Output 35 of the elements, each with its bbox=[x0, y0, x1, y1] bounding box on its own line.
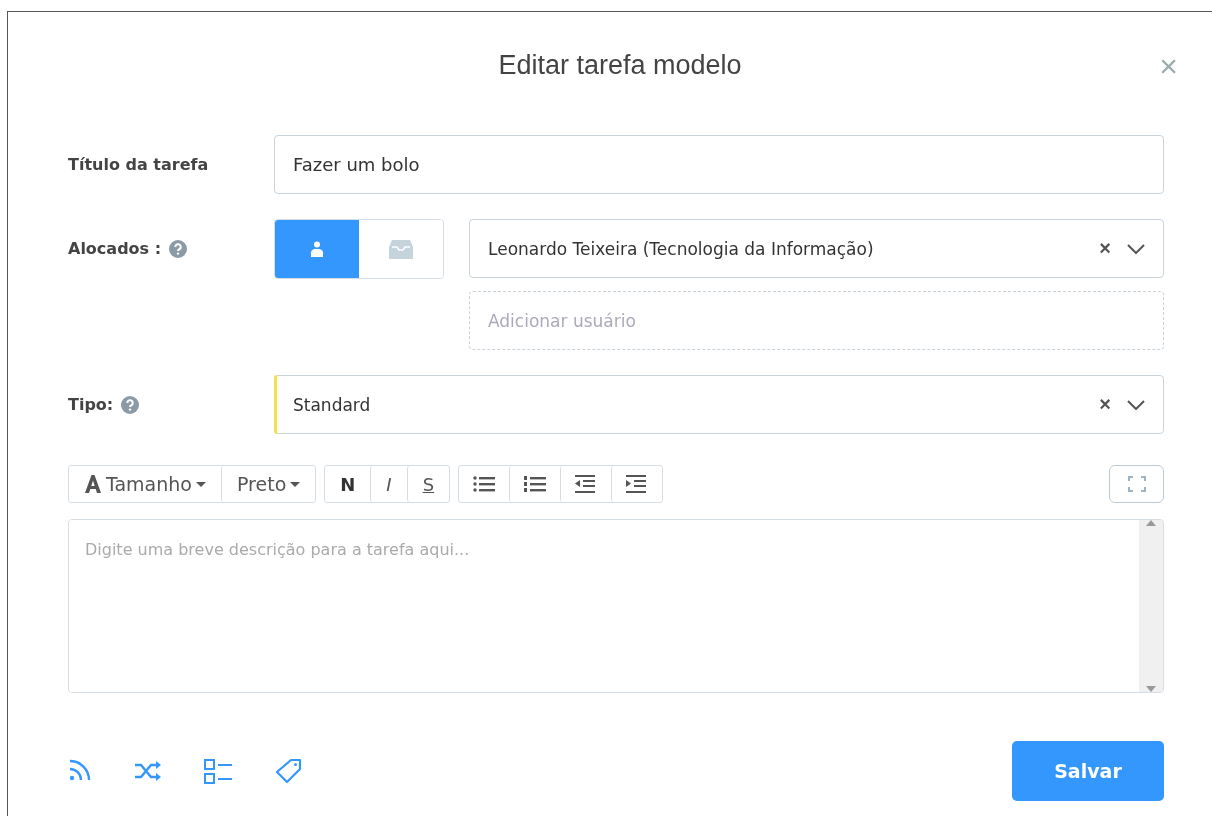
clear-button[interactable]: × bbox=[1099, 393, 1111, 416]
chevron-down-icon[interactable] bbox=[1127, 399, 1145, 410]
field-label: Alocados : bbox=[68, 239, 162, 258]
outdent-icon bbox=[575, 475, 598, 493]
caret-icon bbox=[195, 481, 206, 487]
field-label: Título da tarefa bbox=[68, 154, 210, 176]
text-color-button[interactable]: Preto bbox=[220, 466, 316, 502]
expand-icon bbox=[1127, 476, 1146, 492]
indent-icon bbox=[626, 475, 649, 493]
caret-icon bbox=[290, 481, 301, 487]
type-select[interactable]: Standard × bbox=[274, 375, 1164, 434]
fullscreen-button[interactable] bbox=[1109, 465, 1164, 503]
description-field[interactable]: Digite uma breve descrição para a tarefa aqui... bbox=[68, 519, 1164, 693]
add-user-field[interactable]: Adicionar usuário bbox=[469, 291, 1164, 350]
user-mode-tab[interactable] bbox=[275, 220, 359, 278]
checklist-icon[interactable] bbox=[204, 758, 234, 784]
scroll-up-icon bbox=[1146, 520, 1156, 526]
select-value: Leonardo Teixeira (Tecnologia da Informação) bbox=[488, 238, 874, 259]
underline-button[interactable]: S bbox=[406, 466, 450, 502]
select-value: Standard bbox=[293, 394, 371, 415]
dialog-title: Editar tarefa modelo bbox=[498, 49, 742, 81]
indent-icon-button[interactable] bbox=[611, 466, 663, 502]
field-label: Tipo: bbox=[68, 395, 114, 414]
bulleted-list-icon bbox=[473, 475, 496, 493]
person-icon bbox=[310, 241, 324, 257]
font-icon bbox=[84, 475, 102, 493]
chevron-down-icon[interactable] bbox=[1127, 243, 1145, 254]
scrollbar[interactable] bbox=[1139, 520, 1163, 692]
title-field[interactable]: Fazer um bolo bbox=[274, 135, 1164, 194]
numbered-list-icon bbox=[524, 475, 547, 493]
assignee-select[interactable]: Leonardo Teixeira (Tecnologia da Informação) × bbox=[469, 219, 1164, 278]
clear-button[interactable]: × bbox=[1099, 237, 1111, 260]
inbox-icon bbox=[389, 239, 413, 259]
scroll-down-icon bbox=[1146, 686, 1156, 692]
tag-icon[interactable] bbox=[274, 758, 302, 784]
